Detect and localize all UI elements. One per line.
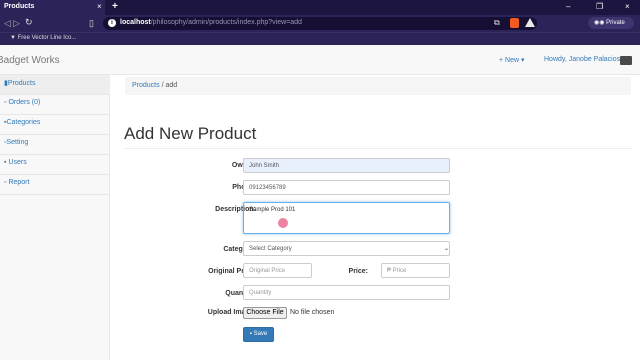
share-icon[interactable]: ⧉ xyxy=(494,18,500,28)
bookmark-item[interactable]: ▼ Free Vector Line Ico... xyxy=(10,35,76,41)
file-status-text: No file chosen xyxy=(290,309,335,316)
maximize-icon[interactable]: ❐ xyxy=(596,2,603,11)
bookmark-icon[interactable]: ▯ xyxy=(89,18,94,29)
breadcrumb-link-products[interactable]: Products xyxy=(132,82,160,89)
site-info-icon[interactable]: i xyxy=(108,19,116,27)
sidebar-item-report[interactable]: ▫ Report xyxy=(0,175,110,195)
sidebar-item-orders[interactable]: ▫ Orders (0) xyxy=(0,95,110,115)
brave-shield-icon[interactable] xyxy=(510,18,519,28)
forward-icon[interactable]: ▷ xyxy=(13,18,20,29)
save-button[interactable]: ▪ Save xyxy=(243,327,274,342)
category-select[interactable]: Select Category xyxy=(243,241,450,256)
url-text: localhost/philosophy/admin/products/inde… xyxy=(120,19,302,26)
new-dropdown[interactable]: + New ▾ xyxy=(499,56,525,64)
sidebar-item-products[interactable]: ▮Products xyxy=(0,75,110,95)
breadcrumb-current: / add xyxy=(159,82,178,89)
reload-icon[interactable]: ↻ xyxy=(25,17,33,28)
close-window-icon[interactable]: × xyxy=(625,2,630,11)
tab-close-icon[interactable]: × xyxy=(97,2,102,11)
new-tab-icon[interactable]: + xyxy=(112,1,118,12)
save-icon: ▪ xyxy=(249,331,252,337)
phone-field[interactable]: 09123456789 xyxy=(243,180,450,195)
sidebar: ▮Products ▫ Orders (0) ▪Categories ▫Sett… xyxy=(0,75,110,360)
page-title: Add New Product xyxy=(124,124,257,143)
minimize-icon[interactable]: – xyxy=(566,2,570,11)
back-icon[interactable]: ◁ xyxy=(4,18,11,29)
bookmarks-bar xyxy=(0,32,640,45)
divider xyxy=(124,148,632,149)
price-label: Price: xyxy=(348,268,368,275)
brand-logo-text[interactable]: Badget Works xyxy=(0,55,60,66)
sidebar-item-users[interactable]: ▪ Users xyxy=(0,155,110,175)
sidebar-item-setting[interactable]: ▫Setting xyxy=(0,135,110,155)
brave-rewards-icon[interactable] xyxy=(525,18,535,27)
save-label: Save xyxy=(253,331,268,337)
quantity-input[interactable]: Quantity xyxy=(243,285,450,300)
owner-field[interactable]: John Smith xyxy=(243,158,450,173)
price-input[interactable]: ₱ Price xyxy=(381,263,450,278)
breadcrumb: Products / add xyxy=(125,77,631,95)
browser-tab[interactable]: Products xyxy=(0,0,105,15)
sidebar-item-categories[interactable]: ▪Categories xyxy=(0,115,110,135)
tab-title: Products xyxy=(4,3,35,10)
chevron-down-icon: ⌄ xyxy=(444,246,450,252)
avatar[interactable] xyxy=(620,56,632,65)
mouse-cursor-indicator xyxy=(278,218,288,228)
user-menu[interactable]: Howdy, Janobe Palacios xyxy=(544,56,620,63)
choose-file-button[interactable]: Choose File xyxy=(243,307,287,319)
private-badge[interactable]: ◉◉ Private xyxy=(588,17,634,29)
original-price-input[interactable]: Original Price xyxy=(243,263,312,278)
description-textarea[interactable]: Sample Prod 101 xyxy=(243,202,450,234)
